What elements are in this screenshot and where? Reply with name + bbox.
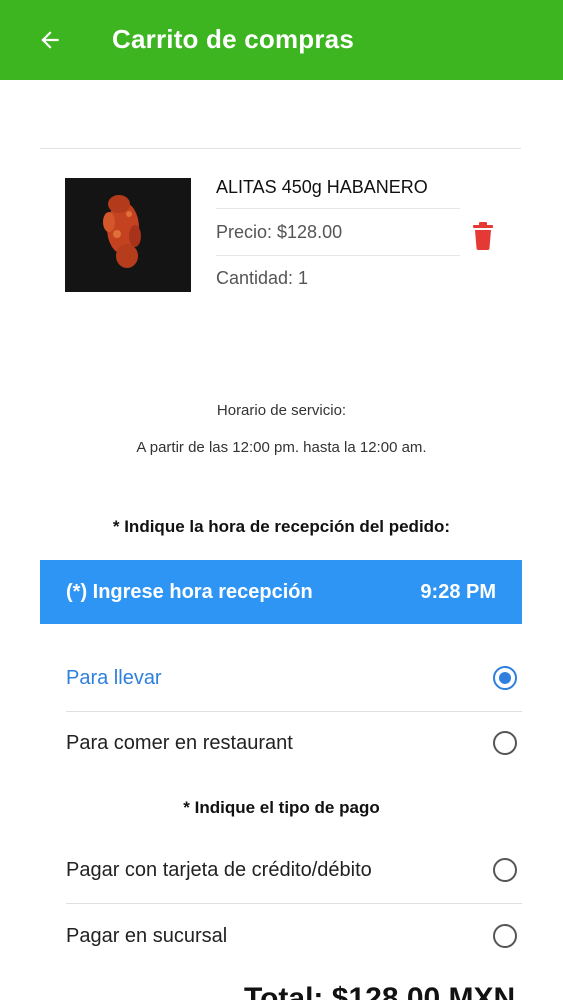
product-image	[65, 178, 191, 292]
back-button[interactable]	[32, 22, 68, 58]
pickup-time-value: 9:28 PM	[420, 580, 496, 603]
option-para-llevar[interactable]: Para llevar	[66, 646, 522, 710]
service-hours-text: A partir de las 12:00 pm. hasta la 12:00…	[136, 439, 427, 456]
product-price: Precio: $128.00	[216, 222, 343, 242]
order-total: Total: $128.00 MXN	[244, 982, 516, 1000]
pickup-time-label: (*) Ingrese hora recepción	[66, 580, 313, 603]
product-quantity: Cantidad: 1	[216, 268, 309, 288]
pickup-time-heading: * Indique la hora de recepción del pedid…	[112, 517, 451, 536]
radio-unselected-icon[interactable]	[493, 858, 517, 882]
option-label: Pagar en sucursal	[66, 924, 228, 947]
arrow-left-icon	[41, 31, 59, 49]
service-hours-title: Horario de servicio:	[216, 402, 347, 419]
trash-icon	[473, 222, 493, 250]
product-name: ALITAS 450g HABANERO	[216, 177, 428, 197]
option-label: Para comer en restaurant	[66, 731, 293, 754]
option-label: Para llevar	[66, 666, 162, 689]
option-label: Pagar con tarjeta de crédito/débito	[66, 858, 372, 881]
radio-unselected-icon[interactable]	[493, 924, 517, 948]
radio-unselected-icon[interactable]	[493, 731, 517, 755]
pickup-time-button[interactable]: (*) Ingrese hora recepción 9:28 PM	[40, 560, 522, 624]
radio-selected-icon[interactable]	[493, 666, 517, 690]
divider	[216, 255, 460, 256]
app-bar: Carrito de compras	[0, 0, 563, 80]
page-title: Carrito de compras	[112, 24, 355, 54]
option-pagar-sucursal[interactable]: Pagar en sucursal	[66, 904, 522, 968]
payment-type-heading: * Indique el tipo de pago	[183, 798, 380, 817]
option-pagar-tarjeta[interactable]: Pagar con tarjeta de crédito/débito	[66, 838, 522, 902]
divider	[40, 148, 521, 149]
option-para-comer[interactable]: Para comer en restaurant	[66, 711, 522, 775]
cart-item: ALITAS 450g HABANERO Precio: $128.00 Can…	[40, 170, 521, 300]
delete-item-button[interactable]	[471, 222, 495, 250]
divider	[216, 208, 460, 209]
